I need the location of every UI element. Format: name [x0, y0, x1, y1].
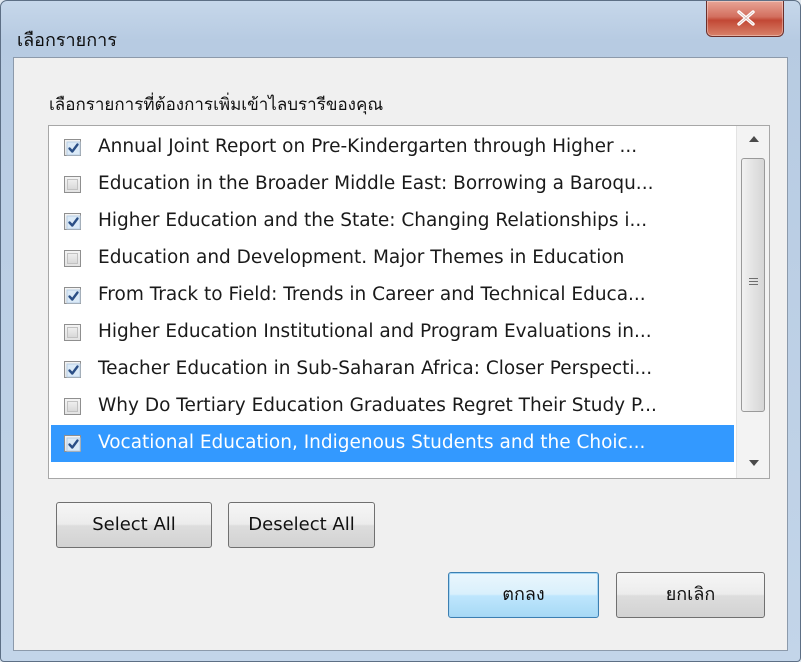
check-icon [66, 437, 81, 452]
list-item-label: Higher Education Institutional and Progr… [98, 321, 652, 342]
scroll-down-button[interactable] [737, 450, 770, 478]
checkbox-checked[interactable] [64, 287, 81, 304]
check-icon [66, 215, 81, 230]
checkbox-checked[interactable] [64, 213, 81, 230]
list-item[interactable]: Annual Joint Report on Pre-Kindergarten … [51, 129, 734, 166]
list-item-label: Annual Joint Report on Pre-Kindergarten … [98, 136, 638, 157]
item-listbox[interactable]: Annual Joint Report on Pre-Kindergarten … [48, 125, 770, 479]
arrow-down-icon [749, 460, 759, 466]
dialog-window: เลือกรายการ เลือกรายการที่ต้องการเพิ่มเข… [0, 0, 801, 662]
checkbox-unchecked[interactable] [64, 324, 81, 341]
close-button[interactable] [706, 1, 784, 37]
list-item[interactable]: Teacher Education in Sub-Saharan Africa:… [51, 351, 734, 388]
list-item[interactable]: From Track to Field: Trends in Career an… [51, 277, 734, 314]
close-x-icon [737, 10, 755, 26]
list-item[interactable]: Vocational Education, Indigenous Student… [51, 425, 734, 462]
cancel-button[interactable]: ยกเลิก [616, 572, 765, 618]
scroll-up-button[interactable] [737, 126, 770, 154]
dialog-title: เลือกรายการ [17, 30, 117, 51]
list-item-label: Education in the Broader Middle East: Bo… [98, 173, 654, 194]
list-item[interactable]: Education in the Broader Middle East: Bo… [51, 166, 734, 203]
list-item[interactable]: Higher Education and the State: Changing… [51, 203, 734, 240]
ok-button[interactable]: ตกลง [448, 572, 599, 618]
checkbox-checked[interactable] [64, 435, 81, 452]
check-icon [66, 289, 81, 304]
scroll-thumb[interactable] [741, 158, 765, 412]
check-icon [66, 363, 81, 378]
checkbox-checked[interactable] [64, 139, 81, 156]
grip-icon [749, 278, 758, 287]
list-item[interactable]: Higher Education Institutional and Progr… [51, 314, 734, 351]
checkbox-unchecked[interactable] [64, 176, 81, 193]
checkbox-unchecked[interactable] [64, 250, 81, 267]
list-item-label: Vocational Education, Indigenous Student… [98, 432, 646, 453]
instruction-label: เลือกรายการที่ต้องการเพิ่มเข้าไลบรารีของ… [49, 95, 384, 115]
list-item-label: Education and Development. Major Themes … [98, 247, 625, 268]
list-item[interactable]: Education and Development. Major Themes … [51, 240, 734, 277]
arrow-up-icon [749, 136, 759, 142]
list-item[interactable]: Why Do Tertiary Education Graduates Regr… [51, 388, 734, 425]
list-item-label: Teacher Education in Sub-Saharan Africa:… [98, 358, 653, 379]
list-item-label: From Track to Field: Trends in Career an… [98, 284, 646, 305]
list-item-label: Higher Education and the State: Changing… [98, 210, 648, 231]
select-all-button[interactable]: Select All [56, 502, 212, 548]
checkbox-checked[interactable] [64, 361, 81, 378]
list-item-label: Why Do Tertiary Education Graduates Regr… [98, 395, 657, 416]
deselect-all-button[interactable]: Deselect All [228, 502, 375, 548]
vertical-scrollbar[interactable] [736, 126, 769, 478]
check-icon [66, 141, 81, 156]
title-bar[interactable]: เลือกรายการ [1, 1, 800, 57]
checkbox-unchecked[interactable] [64, 398, 81, 415]
